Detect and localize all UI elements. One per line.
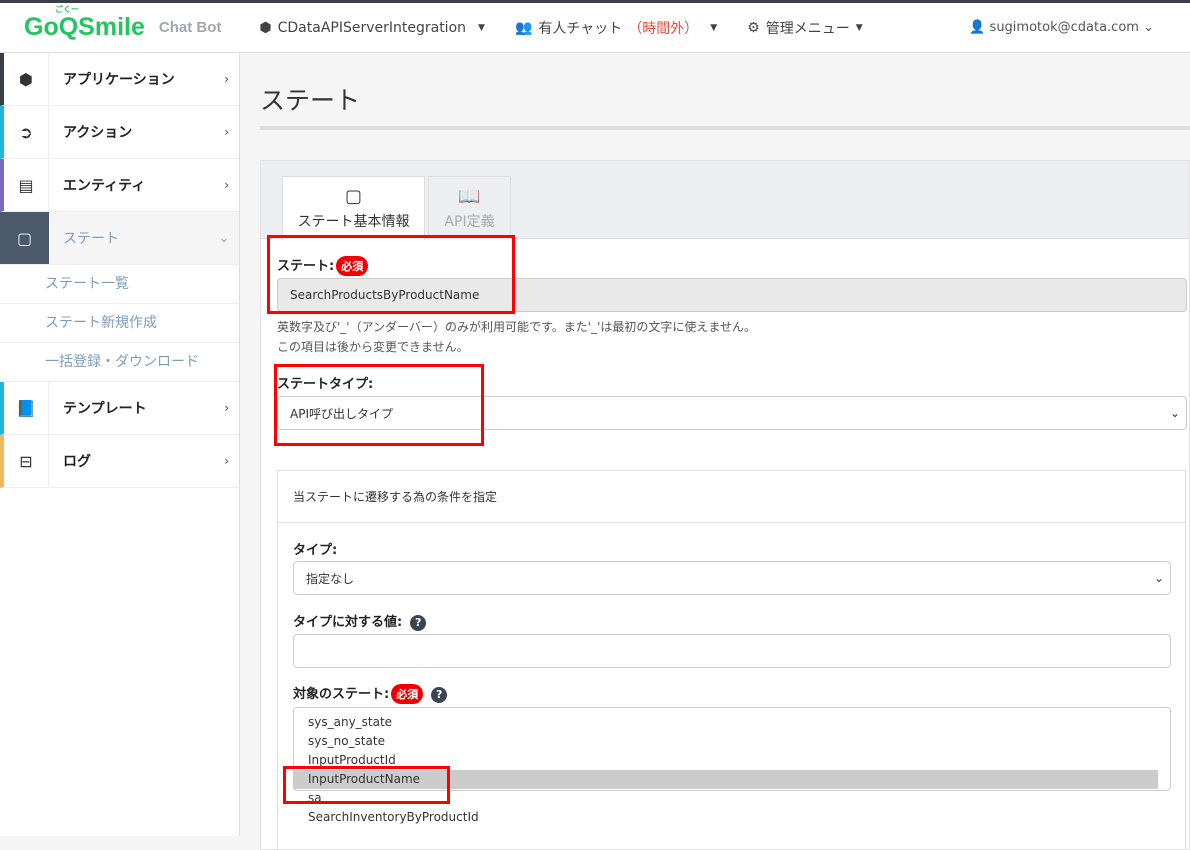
- highlight-box: [283, 766, 450, 804]
- required-badge: 必須: [391, 684, 424, 704]
- square-icon: ▢: [0, 212, 49, 264]
- gears-icon: ⚙: [747, 19, 760, 36]
- sidebar-item-entity[interactable]: ▤ エンティティ ›: [0, 159, 239, 212]
- sidebar-item-action[interactable]: ➲ アクション ›: [0, 106, 239, 159]
- highlight-box: [267, 235, 515, 314]
- users-icon: 👥: [514, 19, 533, 36]
- help-icon[interactable]: ?: [431, 687, 448, 703]
- caret-down-icon: ▼: [478, 22, 485, 33]
- condition-type-select[interactable]: 指定なし ⌄: [293, 561, 1171, 595]
- divider: [260, 126, 1190, 130]
- caret-down-icon: ▼: [710, 22, 718, 33]
- sidebar-subitem-state-new[interactable]: ステート新規作成: [0, 304, 239, 343]
- arrow-circle-icon: ➲: [4, 106, 49, 158]
- square-icon: ▢: [344, 186, 362, 207]
- tab-api-definition[interactable]: 📖 API定義: [428, 176, 511, 239]
- page-title: ステート: [260, 86, 361, 115]
- condition-value-label: タイプに対する値:?: [293, 611, 427, 631]
- chat-dropdown[interactable]: 👥 有人チャット （時間外） ▼: [515, 18, 717, 38]
- caret-down-icon: ▼: [855, 22, 863, 33]
- logo[interactable]: ごくー GoQSmile: [24, 5, 145, 42]
- chevron-right-icon: ›: [224, 72, 229, 86]
- sidebar-item-application[interactable]: ⬢ アプリケーション ›: [0, 53, 239, 106]
- chevron-down-icon: ⌄: [1143, 20, 1154, 35]
- chevron-down-icon: ⌄: [1169, 406, 1180, 420]
- highlight-box: [274, 364, 484, 446]
- transition-condition-header: 当ステートに遷移する為の条件を指定: [278, 471, 1185, 523]
- tab-state-basic-info[interactable]: ▢ ステート基本情報: [282, 176, 425, 240]
- product-name: Chat Bot: [158, 19, 222, 36]
- inbox-icon: ⊟: [4, 435, 49, 487]
- book-icon: 📖: [458, 186, 481, 207]
- tab-bar: ▢ ステート基本情報 📖 API定義: [261, 161, 1189, 240]
- sidebar-item-template[interactable]: 📘 テンプレート ›: [0, 382, 239, 435]
- admin-menu-dropdown[interactable]: ⚙ 管理メニュー ▼: [747, 18, 862, 38]
- user-menu[interactable]: 👤 sugimotok@cdata.com ⌄: [969, 20, 1154, 35]
- chevron-right-icon: ›: [224, 454, 229, 468]
- list-item[interactable]: SearchInventoryByProductId: [294, 808, 1158, 827]
- book-icon: 📘: [4, 382, 49, 434]
- list-item[interactable]: sys_no_state: [294, 732, 1158, 751]
- sidebar-subitem-state-list[interactable]: ステート一覧: [0, 265, 239, 304]
- sidebar: ⬢ アプリケーション › ➲ アクション › ▤ エンティティ › ▢ ステート ⌄ ステート一…: [0, 53, 240, 836]
- help-icon[interactable]: ?: [410, 615, 427, 631]
- user-icon: 👤: [969, 20, 986, 35]
- list-item[interactable]: sys_any_state: [294, 713, 1158, 732]
- state-name-help: 英数字及び'_'（アンダーバー）のみが利用可能です。また'_'は最初の文字に使え…: [277, 320, 757, 354]
- target-state-label: 対象のステート: 必須?: [293, 683, 448, 704]
- sidebar-subitem-bulk[interactable]: 一括登録・ダウンロード: [0, 343, 239, 382]
- chevron-right-icon: ›: [224, 125, 229, 139]
- chevron-down-icon: ⌄: [1153, 571, 1164, 585]
- top-navbar: ごくー GoQSmile Chat Bot ⬢ CDataAPIServerInte…: [0, 0, 1190, 53]
- condition-type-label: タイプ:: [293, 543, 338, 558]
- chevron-down-icon: ⌄: [218, 231, 229, 245]
- chevron-right-icon: ›: [224, 401, 229, 415]
- cube-icon: ⬢: [259, 19, 272, 36]
- cube-icon: ⬢: [4, 53, 49, 105]
- app-dropdown[interactable]: ⬢ CDataAPIServerIntegration ▼: [259, 20, 485, 36]
- sidebar-item-state[interactable]: ▢ ステート ⌄: [0, 212, 239, 265]
- sidebar-item-log[interactable]: ⊟ ログ ›: [0, 435, 239, 488]
- chevron-right-icon: ›: [224, 178, 229, 192]
- condition-value-input[interactable]: [293, 634, 1171, 668]
- list-icon: ▤: [4, 159, 49, 211]
